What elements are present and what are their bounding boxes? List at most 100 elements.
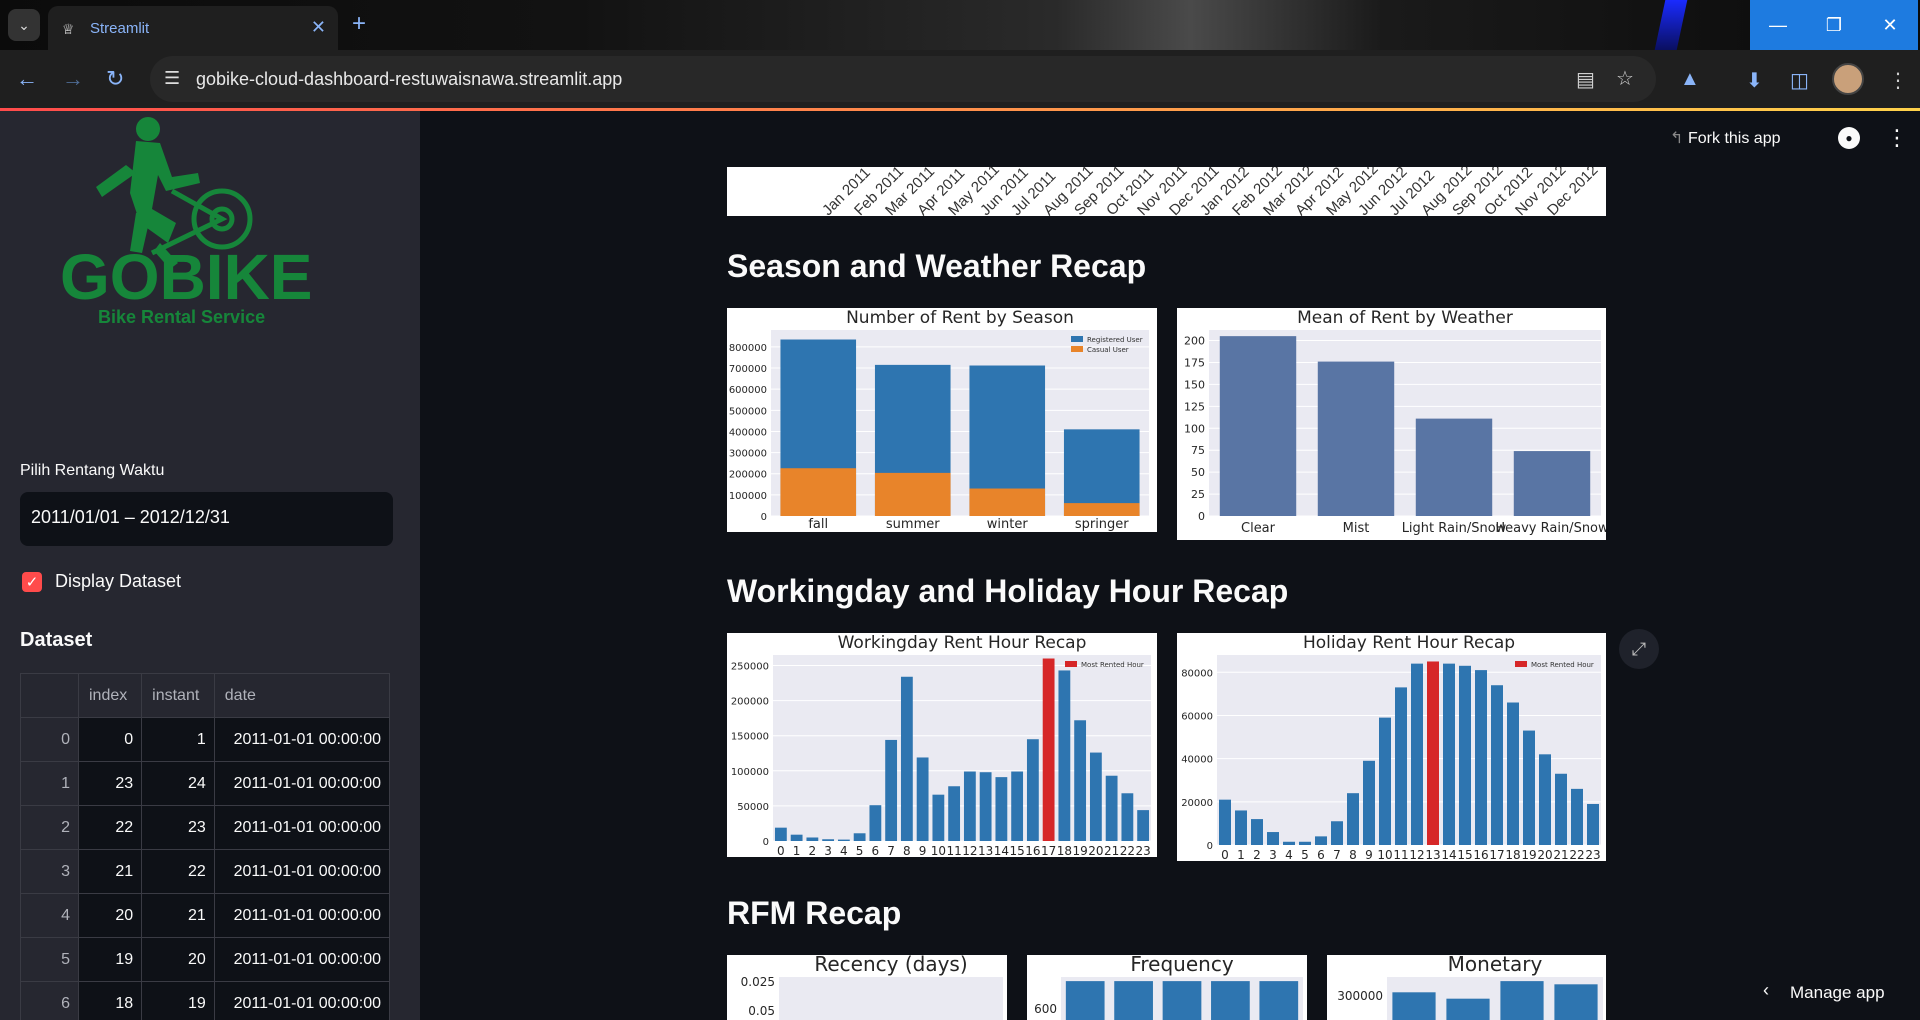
table-row[interactable]: 6 18 19 2011-01-01 00:00:00 xyxy=(20,981,391,1020)
y-tick-label: 80000 xyxy=(1181,668,1213,679)
y-tick-label: 20000 xyxy=(1181,798,1213,809)
restore-icon[interactable]: ❐ xyxy=(1806,0,1862,50)
x-tick-label: 0 xyxy=(1221,848,1229,861)
new-tab-plus-icon[interactable]: + xyxy=(352,10,366,38)
x-tick-label: 20 xyxy=(1537,848,1552,861)
y-tick-label: 0 xyxy=(763,837,769,848)
y-tick-label: 150 xyxy=(1184,378,1205,391)
table-cell: 0 xyxy=(77,717,143,762)
x-tick-label: 16 xyxy=(1473,848,1488,861)
bar xyxy=(1074,720,1087,841)
bar xyxy=(948,786,961,841)
address-bar[interactable]: ☰ gobike-cloud-dashboard-restuwaisnawa.s… xyxy=(150,56,1656,102)
site-info-icon[interactable]: ☰ xyxy=(164,68,180,89)
table-row[interactable]: 3 21 22 2011-01-01 00:00:00 xyxy=(20,849,391,894)
table-header-cell[interactable] xyxy=(20,673,79,718)
github-icon[interactable]: ● xyxy=(1838,127,1860,149)
bar xyxy=(1105,775,1118,841)
y-tick-label: 400000 xyxy=(729,427,767,438)
bar xyxy=(1347,793,1359,845)
reload-icon[interactable]: ↻ xyxy=(106,66,124,92)
bar xyxy=(1235,810,1247,845)
table-row[interactable]: 1 23 24 2011-01-01 00:00:00 xyxy=(20,761,391,806)
browser-tab[interactable]: ♕ Streamlit ✕ xyxy=(48,6,338,50)
table-cell: 23 xyxy=(141,805,215,850)
x-tick-label: 21 xyxy=(1553,848,1568,861)
bookmark-star-icon[interactable]: ☆ xyxy=(1616,66,1634,91)
chevron-left-icon[interactable]: ‹ xyxy=(1763,980,1769,1001)
install-app-icon[interactable]: ▤ xyxy=(1576,67,1595,92)
bar xyxy=(1026,739,1039,841)
chart-title: Frequency xyxy=(1130,955,1233,976)
table-header-cell[interactable]: index xyxy=(77,673,143,718)
x-tick-label: 14 xyxy=(994,844,1009,857)
minimize-icon[interactable]: — xyxy=(1750,0,1806,50)
holiday-hour-chart: Holiday Rent Hour Recap 0 20000 40000 60000 8… xyxy=(1177,633,1606,861)
x-tick-label: 10 xyxy=(931,844,946,857)
x-tick-label: 2 xyxy=(1253,848,1261,861)
fork-app-link[interactable]: Fork this app xyxy=(1688,130,1780,148)
date-range-input[interactable]: 2011/01/01 – 2012/12/31 xyxy=(20,492,393,546)
date-range-label: Pilih Rentang Waktu xyxy=(20,462,165,479)
table-cell: 3 xyxy=(20,849,79,894)
app-menu-icon[interactable]: ⋮ xyxy=(1886,125,1908,151)
display-dataset-label[interactable]: Display Dataset xyxy=(55,571,181,592)
display-dataset-checkbox[interactable]: ✓ xyxy=(22,572,42,592)
x-tick-label: 14 xyxy=(1441,848,1456,861)
bar xyxy=(1443,663,1455,845)
bar xyxy=(1507,702,1519,845)
profile-avatar[interactable] xyxy=(1832,63,1864,95)
legend-swatch xyxy=(1065,661,1077,667)
bar xyxy=(1137,810,1150,841)
x-tick-label: 23 xyxy=(1585,848,1600,861)
bar-casual-user xyxy=(1063,503,1140,516)
y-tick-label: 0.05 xyxy=(748,1004,775,1018)
bar xyxy=(1363,760,1375,845)
close-window-icon[interactable]: ✕ xyxy=(1862,0,1918,50)
table-cell: 0 xyxy=(20,717,79,762)
table-header-cell[interactable]: date xyxy=(213,673,391,718)
close-tab-icon[interactable]: ✕ xyxy=(311,17,326,38)
legend-label: Casual User xyxy=(1087,346,1129,354)
table-cell: 20 xyxy=(141,937,215,982)
x-tick-label: 6 xyxy=(872,844,880,857)
tab-search-chevron-icon[interactable]: ⌄ xyxy=(8,9,40,41)
fullscreen-expand-icon[interactable]: ⤢ xyxy=(1619,629,1659,669)
bar xyxy=(1162,981,1202,1020)
download-icon[interactable]: ⬇ xyxy=(1746,68,1763,93)
streamlit-crown-icon: ♕ xyxy=(62,21,75,37)
table-cell: 24 xyxy=(141,761,215,806)
side-panel-icon[interactable]: ◫ xyxy=(1790,68,1809,93)
table-row[interactable]: 5 19 20 2011-01-01 00:00:00 xyxy=(20,937,391,982)
y-tick-label: 50 xyxy=(1191,466,1205,479)
manage-app-button[interactable]: Manage app xyxy=(1790,983,1885,1003)
table-cell: 5 xyxy=(20,937,79,982)
table-header-cell[interactable]: instant xyxy=(141,673,215,718)
chart-title: Monetary xyxy=(1448,955,1543,976)
table-row[interactable]: 2 22 23 2011-01-01 00:00:00 xyxy=(20,805,391,850)
y-tick-label: 60000 xyxy=(1181,711,1213,722)
logo-subtitle: Bike Rental Service xyxy=(98,307,265,327)
back-arrow-icon[interactable]: ← xyxy=(16,66,38,92)
bar xyxy=(1089,752,1102,841)
x-tick-label: winter xyxy=(987,517,1029,532)
bar xyxy=(979,772,992,841)
y-tick-label: 40000 xyxy=(1181,755,1213,766)
table-row[interactable]: 0 0 1 2011-01-01 00:00:00 xyxy=(20,717,391,762)
browser-chrome: ⌄ ♕ Streamlit ✕ + — ❐ ✕ ← → ↻ ☰ gobike-c… xyxy=(0,0,1920,108)
bar xyxy=(1317,361,1395,516)
table-row[interactable]: 4 20 21 2011-01-01 00:00:00 xyxy=(20,893,391,938)
fork-icon[interactable]: ↰ xyxy=(1670,128,1683,148)
dataset-table[interactable]: index instant date 0 0 1 2011-01-01 00:00:00 1… xyxy=(20,673,391,1020)
extensions-puzzle-icon[interactable]: ▲ xyxy=(1680,68,1700,91)
x-tick-label: 7 xyxy=(1333,848,1341,861)
table-cell: 6 xyxy=(20,981,79,1020)
browser-menu-icon[interactable]: ⋮ xyxy=(1888,68,1908,93)
y-tick-label: 800000 xyxy=(729,343,767,354)
table-cell: 2011-01-01 00:00:00 xyxy=(213,981,391,1020)
chart-title: Workingday Rent Hour Recap xyxy=(838,633,1087,653)
x-tick-label: 4 xyxy=(1285,848,1293,861)
bar xyxy=(790,834,803,841)
forward-arrow-icon[interactable]: → xyxy=(62,66,84,92)
y-tick-label: 300000 xyxy=(729,449,767,460)
